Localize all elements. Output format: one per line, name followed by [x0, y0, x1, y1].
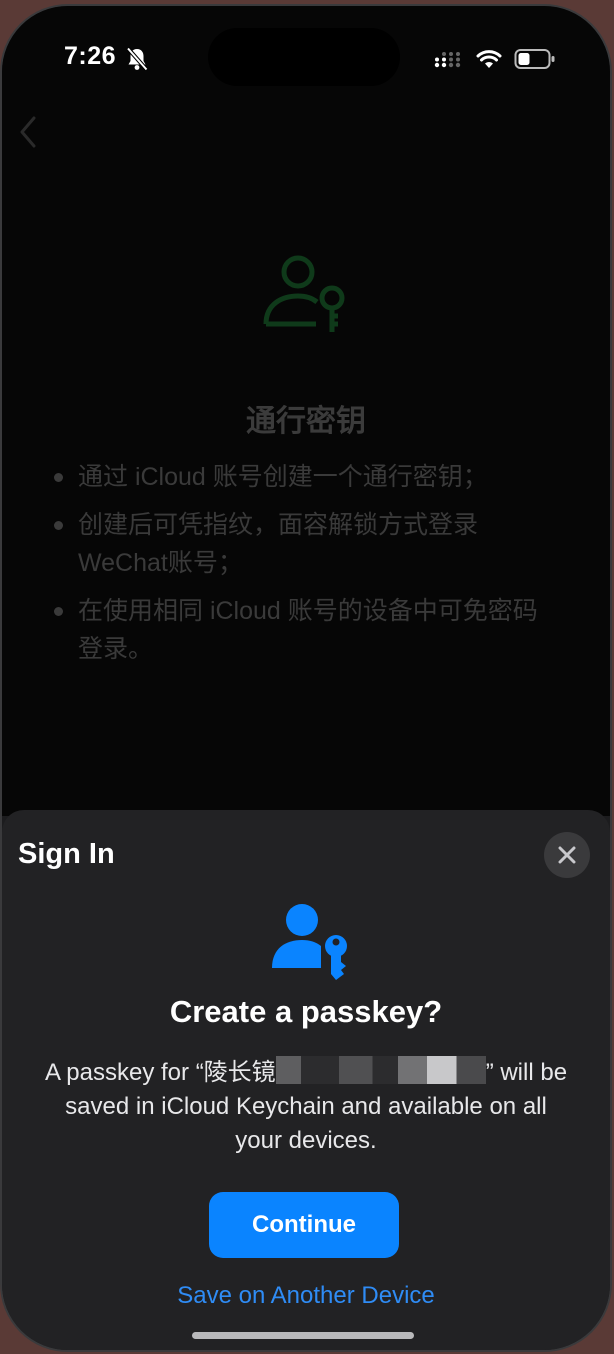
list-item: 在使用相同 iCloud 账号的设备中可免密码登录。 — [48, 592, 548, 668]
person-key-icon — [263, 255, 345, 332]
status-icons — [434, 46, 556, 72]
passkey-sheet: Sign In Create a passkey? A passkey for … — [2, 810, 610, 1350]
description-prefix: A passkey for “陵长镜 — [44, 1059, 276, 1086]
list-item: 通过 iCloud 账号创建一个通行密钥； — [48, 458, 548, 496]
save-on-another-device-link[interactable]: Save on Another Device — [2, 1282, 610, 1310]
battery-icon — [514, 49, 555, 69]
sheet-heading: Create a passkey? — [169, 994, 443, 1029]
phone-frame: 7:26 通行密钥 通过 iCloud 账号创建一个通行密钥； 创建后可凭指纹，… — [0, 4, 612, 1352]
wifi-icon — [476, 50, 502, 68]
chevron-left-icon[interactable] — [16, 112, 40, 152]
close-button[interactable] — [544, 832, 590, 878]
sheet-title: Sign In — [18, 838, 115, 870]
close-icon — [558, 846, 576, 864]
bell-slash-icon — [126, 47, 148, 71]
continue-button[interactable]: Continue — [209, 1192, 399, 1258]
status-time: 7:26 — [64, 42, 117, 70]
sheet-description: A passkey for “陵长镜” will be saved in iCl… — [42, 1056, 570, 1158]
redacted-account-name — [275, 1056, 486, 1084]
home-indicator — [192, 1332, 414, 1339]
feature-list: 通过 iCloud 账号创建一个通行密钥； 创建后可凭指纹，面容解锁方式登录 W… — [48, 458, 548, 678]
cellular-signal-icon — [434, 52, 461, 68]
page-title: 通行密钥 — [246, 405, 366, 438]
list-item: 创建后可凭指纹，面容解锁方式登录 WeChat账号； — [48, 506, 548, 582]
dynamic-island — [208, 28, 400, 86]
person-key-icon — [272, 904, 347, 980]
